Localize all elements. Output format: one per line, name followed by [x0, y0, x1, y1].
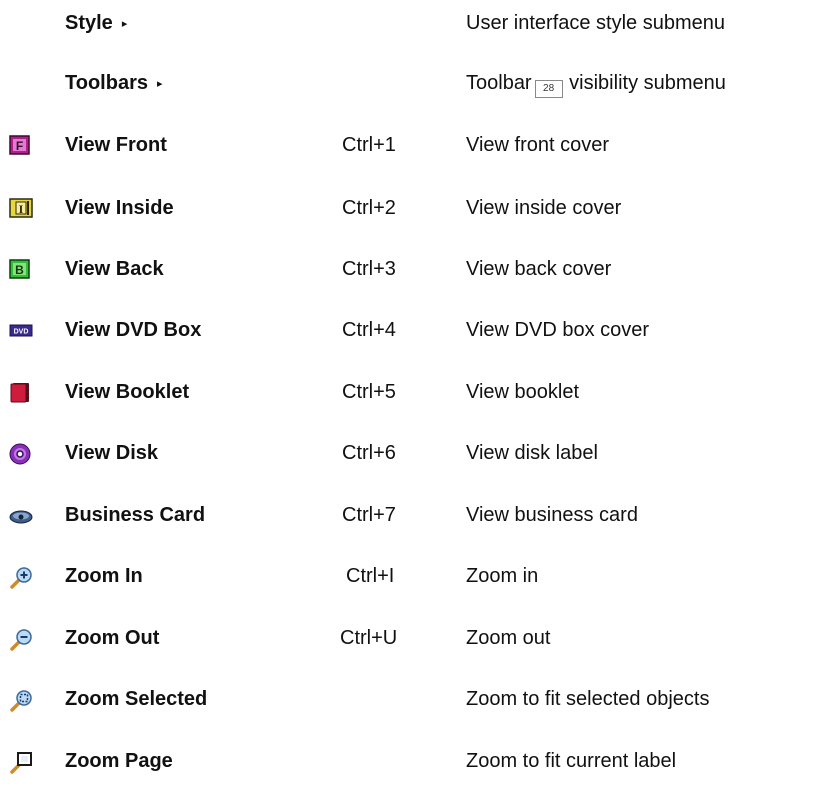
menu-item-label: Toolbars ▸ [65, 72, 163, 94]
menu-item-description: Zoom out [466, 627, 551, 649]
menu-item-label: View Front [65, 134, 167, 156]
menu-item-description: View front cover [466, 134, 610, 156]
zoom-page-icon [9, 751, 33, 774]
menu-item-shortcut: Ctrl+U [340, 627, 398, 649]
menu-item-description: Zoom in [466, 565, 539, 587]
zoom-selected-icon [9, 689, 33, 712]
menu-item-business-card[interactable]: Business Card Ctrl+7 View business card [0, 495, 821, 535]
menu-item-description: View business card [466, 504, 638, 526]
svg-text:B: B [15, 263, 24, 277]
inside-cover-icon: I [9, 198, 33, 220]
menu-item-description: Zoom to fit selected objects [466, 688, 710, 710]
menu-item-style[interactable]: Style ▸ User interface style submenu [0, 3, 821, 43]
zoom-in-icon [9, 566, 33, 589]
menu-item-zoom-page[interactable]: Zoom Page Zoom to fit current label [0, 741, 821, 781]
menu-item-view-back[interactable]: B View Back Ctrl+3 View back cover [0, 249, 821, 289]
menu-item-shortcut: Ctrl+6 [342, 442, 396, 464]
menu-item-description: View back cover [466, 258, 612, 280]
zoom-out-icon [9, 628, 33, 651]
menu-item-view-inside[interactable]: I View Inside Ctrl+2 View inside cover [0, 188, 821, 228]
menu-item-description: View DVD box cover [466, 319, 650, 341]
menu-item-label: Zoom In [65, 565, 143, 587]
menu-item-description: User interface style submenu [466, 12, 726, 34]
business-card-icon [9, 505, 33, 527]
menu-item-shortcut: Ctrl+I [346, 565, 395, 587]
menu-item-label: Zoom Page [65, 750, 173, 772]
front-cover-icon: F [9, 135, 33, 157]
disk-icon [9, 443, 33, 465]
menu-item-view-dvd-box[interactable]: DVD View DVD Box Ctrl+4 View DVD box cov… [0, 310, 821, 350]
booklet-icon [9, 382, 33, 404]
menu-item-label: View DVD Box [65, 319, 202, 341]
menu-item-shortcut: Ctrl+7 [342, 504, 396, 526]
menu-item-label: View Back [65, 258, 164, 280]
menu-item-description: View disk label [466, 442, 598, 464]
menu-item-description: View booklet [466, 381, 580, 403]
menu-item-view-front[interactable]: F View Front Ctrl+1 View front cover [0, 125, 821, 165]
menu-item-label: View Disk [65, 442, 159, 464]
menu-item-label: Business Card [65, 504, 206, 526]
menu-item-shortcut: Ctrl+3 [342, 258, 396, 280]
svg-text:DVD: DVD [14, 329, 29, 336]
submenu-arrow-icon: ▸ [121, 18, 128, 30]
menu-item-shortcut: Ctrl+1 [342, 134, 396, 156]
menu-item-zoom-out[interactable]: Zoom Out Ctrl+U Zoom out [0, 618, 821, 658]
menu-item-view-disk[interactable]: View Disk Ctrl+6 View disk label [0, 433, 821, 473]
menu-item-label: View Inside [65, 197, 174, 219]
svg-text:F: F [16, 139, 23, 153]
menu-item-view-booklet[interactable]: View Booklet Ctrl+5 View booklet [0, 372, 821, 412]
menu-item-zoom-selected[interactable]: Zoom Selected Zoom to fit selected objec… [0, 679, 821, 719]
menu-item-zoom-in[interactable]: Zoom In Ctrl+I Zoom in [0, 556, 821, 596]
menu-item-label: Zoom Selected [65, 688, 208, 710]
menu-item-toolbars[interactable]: Toolbars ▸ Toolbar 28 visibility submenu [0, 63, 821, 103]
menu-item-description: View inside cover [466, 197, 622, 219]
menu-item-description: Zoom to fit current label [466, 750, 677, 772]
menu-item-shortcut: Ctrl+5 [342, 381, 396, 403]
back-cover-icon: B [9, 259, 33, 281]
menu-item-description: Toolbar 28 visibility submenu [466, 63, 726, 103]
menu-item-label: Style ▸ [65, 12, 128, 34]
svg-text:I: I [19, 202, 24, 216]
dvd-box-icon: DVD [9, 320, 33, 342]
menu-item-shortcut: Ctrl+2 [342, 197, 396, 219]
menu-item-label: View Booklet [65, 381, 190, 403]
menu-item-shortcut: Ctrl+4 [342, 319, 396, 341]
submenu-arrow-icon: ▸ [156, 78, 163, 90]
page-reference-link[interactable]: 28 [534, 80, 563, 98]
menu-item-label: Zoom Out [65, 627, 160, 649]
